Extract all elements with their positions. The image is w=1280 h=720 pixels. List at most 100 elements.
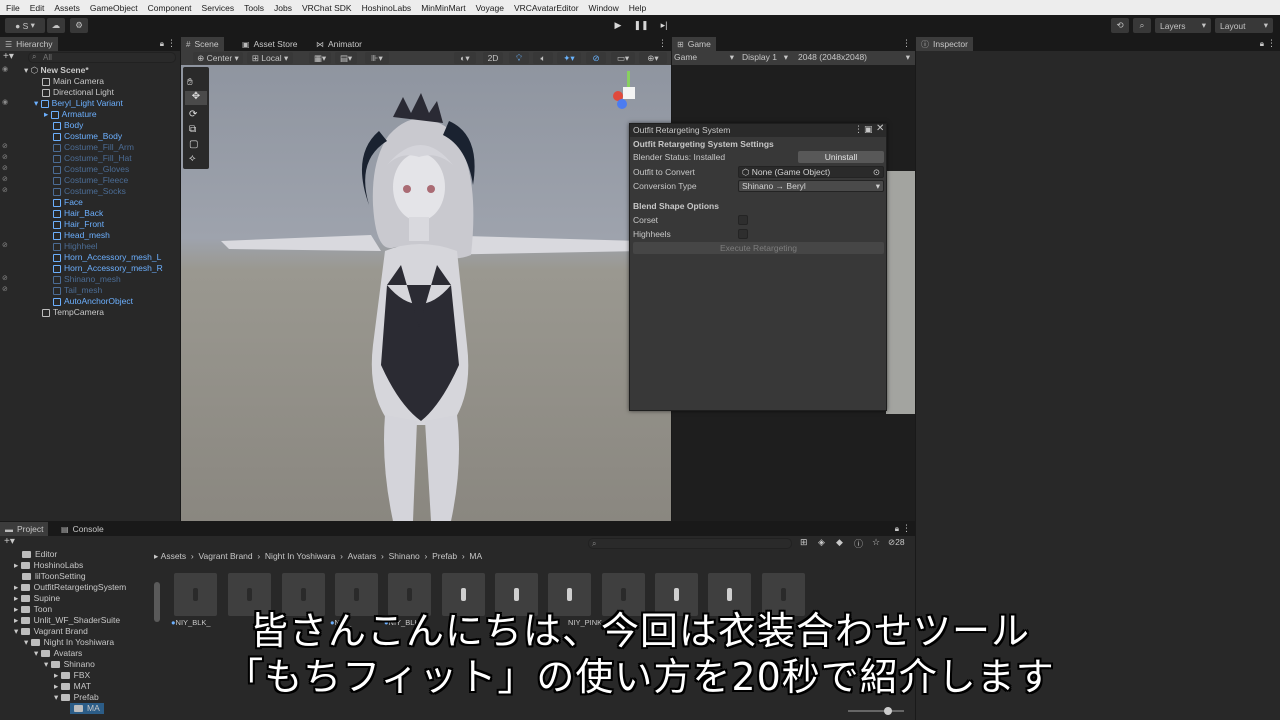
list-item[interactable]: Costume_Fleece: [53, 175, 128, 186]
list-item[interactable]: Main Camera: [42, 76, 104, 87]
menu-services[interactable]: Services: [202, 3, 235, 13]
menu-jobs[interactable]: Jobs: [274, 3, 292, 13]
tab-console[interactable]: ▤ Console: [56, 522, 109, 536]
menu-hoshinolabs[interactable]: HoshinoLabs: [362, 3, 412, 13]
corset-checkbox[interactable]: [738, 215, 748, 225]
more-icon[interactable]: ⋮: [854, 124, 863, 135]
hidden-icon[interactable]: ⊘: [2, 164, 8, 172]
lock-icon[interactable]: 🔒︎: [895, 524, 899, 534]
scene-viewport[interactable]: ✋︎ ✥ ⟳ ⧉ ▢ ⟡: [181, 65, 671, 521]
list-item[interactable]: Tail_mesh: [53, 285, 102, 296]
zoom-slider-handle[interactable]: [884, 707, 892, 715]
hidden-icon[interactable]: ⊘: [2, 285, 8, 293]
list-item[interactable]: Costume_Body: [53, 131, 122, 142]
step-icon[interactable]: ▸|: [655, 17, 673, 34]
list-item[interactable]: Highheel: [53, 241, 98, 252]
filter-label-icon[interactable]: ◆: [836, 537, 843, 548]
tab-hierarchy[interactable]: ☰ Hierarchy: [0, 37, 58, 51]
pivot-dropdown[interactable]: ⊕ Center ▾: [193, 52, 243, 64]
list-item[interactable]: Costume_Fill_Hat: [53, 153, 132, 164]
list-item[interactable]: ▸ Armature: [44, 109, 97, 120]
star-icon[interactable]: ☆: [872, 537, 880, 548]
resolution-dropdown[interactable]: 2048 (2048x2048) ▾: [798, 52, 910, 63]
breadcrumb-item[interactable]: MA: [469, 551, 482, 561]
menu-component[interactable]: Component: [148, 3, 192, 13]
project-search-input[interactable]: ⌕: [588, 538, 792, 549]
tab-project[interactable]: ▬ Project: [0, 522, 49, 536]
more-icon[interactable]: ⋮: [167, 38, 176, 49]
execute-retargeting-button[interactable]: Execute Retargeting: [633, 242, 884, 254]
visibility-icon[interactable]: ◉: [2, 98, 8, 106]
collab-icon[interactable]: ⚙: [70, 18, 88, 33]
lock-icon[interactable]: 🔒︎: [160, 39, 164, 49]
hidden-icon[interactable]: ⊘: [2, 186, 8, 194]
more-icon[interactable]: ⋮: [902, 523, 911, 534]
maximize-icon[interactable]: ▣: [864, 124, 873, 135]
menu-help[interactable]: Help: [629, 3, 646, 13]
list-item[interactable]: TempCamera: [42, 307, 104, 318]
scene-root[interactable]: ▾ ⬡ New Scene*: [24, 65, 89, 76]
list-item[interactable]: Costume_Fill_Arm: [53, 142, 134, 153]
menu-vrchat-sdk[interactable]: VRChat SDK: [302, 3, 352, 13]
list-item[interactable]: Body: [53, 120, 83, 131]
folder-item[interactable]: ▸ Supine: [14, 593, 60, 604]
grid-visibility-icon[interactable]: ▤▾: [335, 52, 357, 64]
draw-mode-icon[interactable]: ◐▾: [454, 52, 476, 64]
list-item[interactable]: Head_mesh: [53, 230, 110, 241]
breadcrumb-item[interactable]: Shinano: [389, 551, 420, 561]
history-icon[interactable]: ⟲: [1111, 18, 1129, 33]
conversion-dropdown[interactable]: Shinano → Beryl ▾: [738, 180, 884, 192]
folder-item-selected[interactable]: MA: [70, 703, 104, 714]
window-titlebar[interactable]: Outfit Retargeting System ⋮ ▣ ✕: [630, 123, 886, 137]
folder-item[interactable]: lilToonSetting: [22, 571, 86, 582]
breadcrumb-item[interactable]: Night In Yoshiwara: [265, 551, 335, 561]
breadcrumb-item[interactable]: Vagrant Brand: [198, 551, 252, 561]
folder-item[interactable]: ▸ HoshinoLabs: [14, 560, 83, 571]
hierarchy-search-input[interactable]: [28, 52, 176, 63]
folder-item[interactable]: ▸ OutfitRetargetingSystem: [14, 582, 126, 593]
list-item[interactable]: Face: [53, 197, 83, 208]
hidden-icon[interactable]: ⊘: [2, 274, 8, 282]
breadcrumb-item[interactable]: Avatars: [348, 551, 377, 561]
space-dropdown[interactable]: ⊞ Local ▾: [247, 52, 293, 64]
more-icon[interactable]: ⋮: [1267, 38, 1276, 49]
breadcrumb-item[interactable]: Assets: [161, 551, 187, 561]
folder-item[interactable]: Editor: [22, 549, 57, 560]
list-item[interactable]: Hair_Front: [53, 219, 104, 230]
search-icon[interactable]: ⌕: [1133, 18, 1151, 33]
menu-vrcavatareditor[interactable]: VRCAvatarEditor: [514, 3, 579, 13]
more-icon[interactable]: ⋮: [902, 38, 911, 49]
list-item[interactable]: Directional Light: [42, 87, 114, 98]
avatar-model[interactable]: [181, 65, 671, 521]
hidden-icon[interactable]: ⊘: [2, 175, 8, 183]
menu-window[interactable]: Window: [589, 3, 619, 13]
hidden-objects-icon[interactable]: ⊘: [586, 52, 606, 64]
info-icon[interactable]: ⓘ: [854, 537, 863, 550]
hidden-icon[interactable]: ⊘: [2, 153, 8, 161]
tab-scene[interactable]: # Scene: [181, 37, 224, 51]
zoom-slider[interactable]: [848, 707, 904, 715]
list-item[interactable]: Costume_Gloves: [53, 164, 129, 175]
tab-game[interactable]: ⊞ Game: [672, 37, 716, 51]
menu-file[interactable]: File: [6, 3, 20, 13]
visibility-icon[interactable]: ◉: [2, 65, 8, 73]
2d-toggle[interactable]: 2D: [483, 52, 503, 64]
add-icon[interactable]: +▾: [3, 51, 14, 62]
audio-icon[interactable]: 🔈︎: [533, 52, 553, 64]
create-icon[interactable]: ⊞: [800, 537, 808, 548]
camera-icon[interactable]: ▭▾: [611, 52, 635, 64]
list-item[interactable]: AutoAnchorObject: [53, 296, 133, 307]
list-item[interactable]: Hair_Back: [53, 208, 103, 219]
highheels-checkbox[interactable]: [738, 229, 748, 239]
list-item[interactable]: ▾ Beryl_Light Variant: [34, 98, 123, 109]
uninstall-button[interactable]: Uninstall: [798, 151, 884, 163]
gizmos-icon[interactable]: ⊕▾: [639, 52, 667, 64]
play-icon[interactable]: ▶: [609, 17, 627, 34]
more-icon[interactable]: ⋮: [658, 38, 667, 49]
list-item[interactable]: Costume_Socks: [53, 186, 126, 197]
effects-icon[interactable]: ✦▾: [557, 52, 581, 64]
close-icon[interactable]: ✕: [876, 123, 884, 134]
cloud-icon[interactable]: ☁: [47, 18, 65, 33]
menu-edit[interactable]: Edit: [30, 3, 45, 13]
tab-animator[interactable]: ⋈ Animator: [311, 37, 367, 51]
